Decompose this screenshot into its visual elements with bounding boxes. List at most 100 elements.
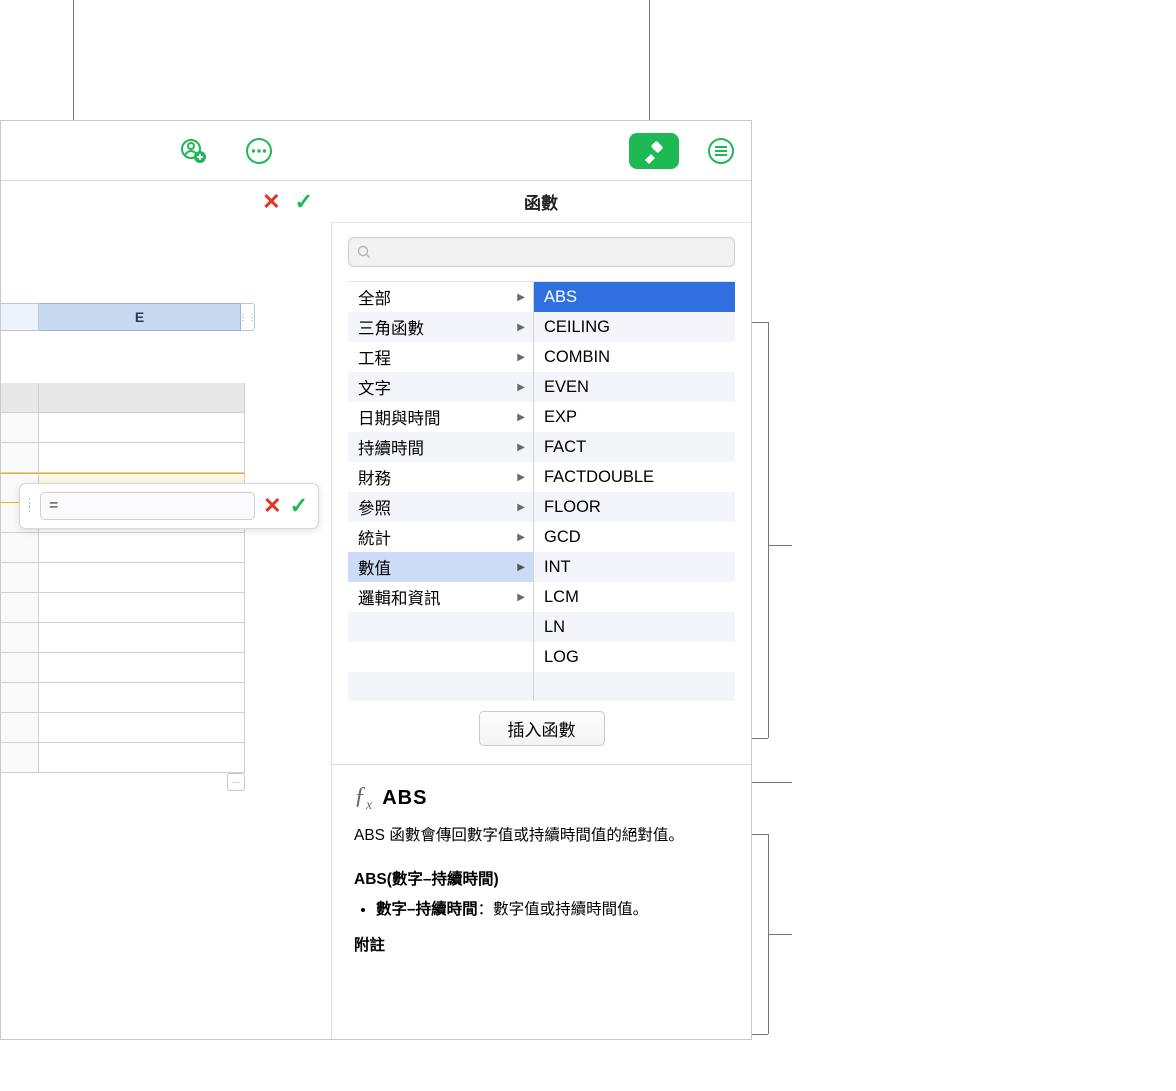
category-item[interactable]: 邏輯和資訊▶ bbox=[348, 582, 533, 612]
formula-editor-popover[interactable]: ⋮⋮ = ✕ ✓ bbox=[19, 483, 319, 529]
function-item[interactable]: ABS bbox=[534, 282, 735, 312]
formula-inline-confirm-button[interactable]: ✓ bbox=[290, 493, 308, 519]
cell[interactable] bbox=[39, 653, 245, 682]
callout-leader-help-out bbox=[768, 934, 792, 935]
cell[interactable] bbox=[39, 743, 245, 772]
help-arg-name: 數字–持續時間 bbox=[376, 901, 478, 918]
function-label: EXP bbox=[544, 408, 577, 427]
row-header[interactable] bbox=[1, 533, 39, 562]
function-label: COMBIN bbox=[544, 348, 610, 367]
function-item[interactable]: COMBIN bbox=[534, 342, 735, 372]
row-header[interactable] bbox=[1, 413, 39, 442]
function-item[interactable]: EXP bbox=[534, 402, 735, 432]
cell[interactable] bbox=[39, 683, 245, 712]
document-menu-button[interactable] bbox=[701, 131, 741, 171]
chevron-right-icon: ▶ bbox=[517, 352, 525, 363]
function-item[interactable]: LOG bbox=[534, 642, 735, 672]
function-item[interactable]: FLOOR bbox=[534, 492, 735, 522]
category-item[interactable]: 統計 ▶ bbox=[348, 522, 533, 552]
chevron-right-icon: ▶ bbox=[517, 562, 525, 573]
category-item[interactable]: 文字▶ bbox=[348, 372, 533, 402]
category-label: 工程 bbox=[358, 345, 391, 369]
function-item[interactable]: EVEN bbox=[534, 372, 735, 402]
category-item[interactable]: 工程 ▶ bbox=[348, 342, 533, 372]
category-label: 統計 bbox=[358, 525, 391, 549]
category-label: 參照 bbox=[358, 495, 391, 519]
category-label: 財務 bbox=[358, 465, 391, 489]
formula-prefix: = bbox=[49, 497, 58, 515]
row-header[interactable] bbox=[1, 683, 39, 712]
cell[interactable] bbox=[39, 443, 245, 472]
function-item[interactable]: CEILING bbox=[534, 312, 735, 342]
spreadsheet-area: E ⋮⋮ ⋯ ⋮⋮ = ✕ ✓ bbox=[1, 223, 331, 1039]
callout-leader-browser-top bbox=[752, 322, 768, 323]
row-header[interactable] bbox=[1, 443, 39, 472]
function-item[interactable]: GCD bbox=[534, 522, 735, 552]
category-item-empty bbox=[348, 672, 533, 701]
row-header[interactable] bbox=[1, 743, 39, 772]
chevron-right-icon: ▶ bbox=[517, 532, 525, 543]
function-label: ABS bbox=[544, 288, 577, 307]
column-header-e[interactable]: E bbox=[39, 303, 241, 331]
cell[interactable] bbox=[39, 623, 245, 652]
chevron-right-icon: ▶ bbox=[517, 472, 525, 483]
row-header[interactable] bbox=[1, 383, 39, 412]
function-label: GCD bbox=[544, 528, 581, 547]
cell[interactable] bbox=[39, 713, 245, 742]
cell[interactable] bbox=[39, 383, 245, 412]
category-item[interactable]: 三角函數▶ bbox=[348, 312, 533, 342]
cell-grid bbox=[1, 383, 245, 773]
function-item[interactable]: LCM bbox=[534, 582, 735, 612]
row-header[interactable] bbox=[1, 713, 39, 742]
formula-cancel-button[interactable]: ✕ bbox=[262, 189, 280, 215]
row-header[interactable] bbox=[1, 623, 39, 652]
cell[interactable] bbox=[39, 593, 245, 622]
category-item[interactable]: 數值 ▶ bbox=[348, 552, 533, 582]
app-window: ✕ ✓ 函數 E ⋮⋮ ⋯ ⋮⋮ = bbox=[0, 120, 752, 1040]
function-item[interactable]: FACTDOUBLE bbox=[534, 462, 735, 492]
cell[interactable] bbox=[39, 533, 245, 562]
collaborate-button[interactable] bbox=[173, 131, 213, 171]
format-button[interactable] bbox=[629, 133, 679, 169]
column-header-blank[interactable] bbox=[1, 303, 39, 331]
cell[interactable] bbox=[39, 413, 245, 442]
function-list: ABS CEILING COMBIN EVEN EXP FACT FACTDOUBLE FLO… bbox=[533, 282, 735, 701]
formula-confirm-button[interactable]: ✓ bbox=[295, 189, 313, 215]
function-item[interactable]: LN bbox=[534, 612, 735, 642]
row-header[interactable] bbox=[1, 653, 39, 682]
row-header[interactable] bbox=[1, 563, 39, 592]
category-label: 文字 bbox=[358, 375, 391, 399]
function-search-field[interactable] bbox=[348, 237, 735, 267]
category-label: 數值 bbox=[358, 555, 391, 579]
category-item-empty bbox=[348, 642, 533, 672]
more-button[interactable] bbox=[239, 131, 279, 171]
function-item[interactable]: FACT bbox=[534, 432, 735, 462]
chevron-right-icon: ▶ bbox=[517, 322, 525, 333]
category-item[interactable]: 全部▶ bbox=[348, 282, 533, 312]
category-item[interactable]: 持續時間▶ bbox=[348, 432, 533, 462]
category-item[interactable]: 參照 ▶ bbox=[348, 492, 533, 522]
insert-function-button[interactable]: 插入函數 bbox=[479, 711, 605, 746]
function-search-input[interactable] bbox=[377, 244, 726, 260]
help-arg-desc: ：數字值或持續時間值。 bbox=[478, 901, 649, 918]
formula-input[interactable]: = bbox=[40, 492, 255, 520]
cell[interactable] bbox=[39, 563, 245, 592]
chevron-right-icon: ▶ bbox=[517, 412, 525, 423]
category-label: 日期與時間 bbox=[358, 405, 441, 429]
category-label: 持續時間 bbox=[358, 435, 424, 459]
callout-leader-help-top bbox=[752, 834, 768, 835]
formula-inline-cancel-button[interactable]: ✕ bbox=[263, 493, 281, 519]
function-item[interactable]: INT bbox=[534, 552, 735, 582]
callout-leader-browser-v bbox=[768, 322, 769, 738]
category-item[interactable]: 財務 ▶ bbox=[348, 462, 533, 492]
drag-handle-icon[interactable]: ⋮⋮ bbox=[24, 501, 32, 511]
help-function-title: ABS bbox=[382, 787, 427, 810]
column-add-handle[interactable]: ⋮⋮ bbox=[241, 303, 255, 331]
function-label: LCM bbox=[544, 588, 579, 607]
row-add-handle[interactable]: ⋯ bbox=[227, 773, 245, 791]
function-label: FACTDOUBLE bbox=[544, 468, 654, 487]
category-item[interactable]: 日期與時間 ▶ bbox=[348, 402, 533, 432]
chevron-right-icon: ▶ bbox=[517, 502, 525, 513]
row-header[interactable] bbox=[1, 593, 39, 622]
inspector-title: 函數 bbox=[331, 181, 751, 223]
